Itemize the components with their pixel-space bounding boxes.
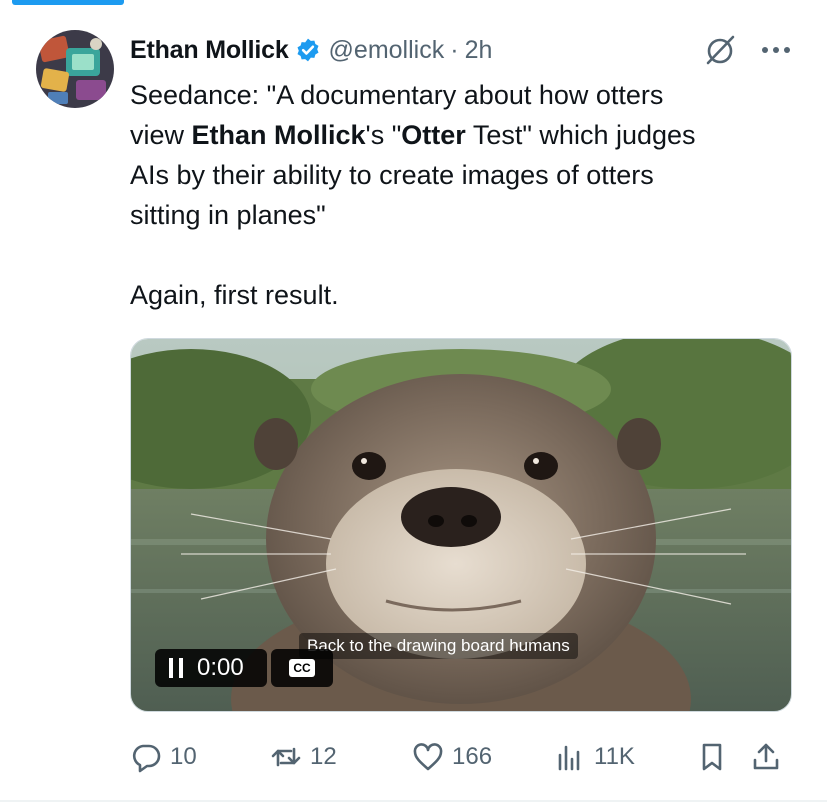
video-caption: Back to the drawing board humans xyxy=(299,633,578,659)
tweet-line: sitting in planes" xyxy=(130,200,326,230)
video-time: 0:00 xyxy=(197,654,244,681)
tweet-line: Again, first result. xyxy=(130,280,339,310)
repost-button[interactable]: 12 xyxy=(270,735,337,779)
share-icon xyxy=(753,743,779,770)
share-button[interactable] xyxy=(750,735,790,779)
views-icon xyxy=(558,745,580,771)
separator: · xyxy=(450,35,459,64)
avatar-image xyxy=(36,30,114,108)
like-button[interactable]: 166 xyxy=(412,735,492,779)
timestamp[interactable]: 2h xyxy=(465,36,493,65)
avatar[interactable] xyxy=(36,30,114,108)
action-bar: 10 12 166 11K xyxy=(130,735,800,779)
grok-icon[interactable] xyxy=(702,32,738,68)
cc-icon: CC xyxy=(289,659,315,677)
pause-icon xyxy=(169,658,183,678)
highlight-otter: Otter xyxy=(401,120,466,150)
views-button[interactable]: 11K xyxy=(554,735,635,779)
tweet-header: Ethan Mollick @emollick · 2h xyxy=(130,30,800,70)
like-icon xyxy=(413,743,443,771)
like-count: 166 xyxy=(452,743,493,770)
captions-button[interactable]: CC xyxy=(271,649,333,687)
text-span: Test" which judges xyxy=(465,120,696,150)
text-span: 's " xyxy=(365,120,402,150)
reply-count: 10 xyxy=(170,743,197,770)
pause-button[interactable]: 0:00 xyxy=(155,649,267,687)
reply-icon xyxy=(132,744,161,773)
bookmark-icon xyxy=(702,743,722,771)
top-accent-bar xyxy=(12,0,124,5)
more-icon[interactable] xyxy=(758,38,794,62)
views-count: 11K xyxy=(594,743,635,770)
bookmark-button[interactable] xyxy=(696,735,736,779)
repost-count: 12 xyxy=(310,743,337,770)
repost-icon xyxy=(271,747,301,767)
author-handle[interactable]: @emollick xyxy=(329,36,445,65)
tweet-line: Seedance: "A documentary about how otter… xyxy=(130,80,664,110)
reply-button[interactable]: 10 xyxy=(130,735,197,779)
text-span: view xyxy=(130,120,192,150)
tweet-line: AIs by their ability to create images of… xyxy=(130,160,654,190)
author-name[interactable]: Ethan Mollick xyxy=(130,36,289,65)
tweet-line: view Ethan Mollick's "Otter Test" which … xyxy=(130,115,800,155)
verified-badge-icon xyxy=(297,38,319,62)
video-player[interactable]: Back to the drawing board humans 0:00 CC xyxy=(130,338,792,712)
tweet-text: Seedance: "A documentary about how otter… xyxy=(130,75,800,315)
highlight-name: Ethan Mollick xyxy=(191,120,366,150)
